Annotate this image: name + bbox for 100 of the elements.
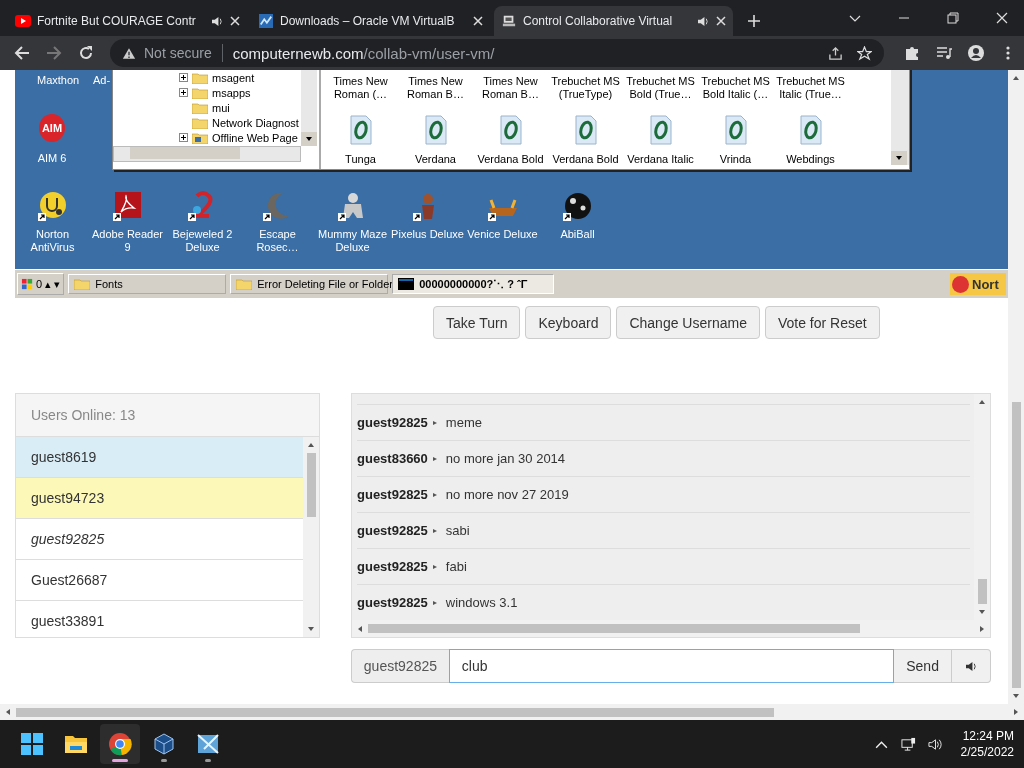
folder-tree-item[interactable]: Offline Web Page <box>179 130 301 145</box>
address-bar[interactable]: Not secure computernewb.com/collab-vm/user-vm/ <box>110 39 884 67</box>
desktop-icon[interactable]: Bejeweled 2 Deluxe <box>165 190 240 254</box>
vm-control-button[interactable]: Vote for Reset <box>764 306 880 339</box>
scroll-left-icon[interactable] <box>4 708 12 716</box>
user-list-item[interactable]: guest8619 <box>16 437 303 478</box>
new-tab-icon[interactable] <box>747 14 761 28</box>
font-file[interactable]: Verdana <box>398 115 473 165</box>
expand-icon[interactable] <box>179 73 188 82</box>
folder-tree-item[interactable]: Network Diagnost <box>179 115 301 130</box>
scroll-thumb[interactable] <box>16 707 774 717</box>
close-icon[interactable] <box>996 12 1008 24</box>
scrollbar[interactable] <box>303 437 319 637</box>
taskbar-button[interactable]: Fonts <box>68 274 227 295</box>
scroll-left-icon[interactable] <box>356 624 364 633</box>
send-button[interactable]: Send <box>894 649 953 683</box>
font-file-label[interactable]: Trebuchet MS Bold Italic (… <box>698 70 773 109</box>
sound-button[interactable] <box>952 649 991 683</box>
expand-icon[interactable] <box>179 133 188 142</box>
close-icon[interactable] <box>716 16 726 26</box>
reload-icon[interactable] <box>78 45 94 61</box>
font-file-label[interactable]: Times New Roman B… <box>473 70 548 109</box>
folder-tree-item[interactable]: mui <box>179 100 301 115</box>
browser-tab[interactable]: Control Collaborative Virtual <box>494 6 733 36</box>
scroll-thumb[interactable] <box>977 579 987 604</box>
user-list-item[interactable]: guest94723 <box>16 478 303 519</box>
scrollbar[interactable] <box>891 70 909 165</box>
desktop-icon[interactable]: Norton AntiVirus <box>15 190 90 254</box>
start-button[interactable]: 0 ▴ ▾ <box>17 273 65 296</box>
speaker-icon[interactable] <box>927 736 943 752</box>
scroll-down-icon[interactable] <box>307 625 315 633</box>
taskbar-button[interactable] <box>100 724 140 764</box>
scroll-down-icon[interactable] <box>891 151 907 165</box>
expand-icon[interactable] <box>179 88 188 97</box>
scroll-thumb[interactable] <box>130 147 240 159</box>
font-file[interactable]: Verdana Bold <box>548 115 623 165</box>
tray-notification[interactable]: Nort <box>950 273 1006 296</box>
folder-tree-item[interactable]: msapps <box>179 85 301 100</box>
scroll-thumb[interactable] <box>1011 402 1021 688</box>
puzzle-icon[interactable] <box>904 45 920 61</box>
browser-tab[interactable]: Downloads – Oracle VM VirtualB <box>251 6 490 36</box>
scroll-right-icon[interactable] <box>1012 708 1020 716</box>
desktop-icon[interactable]: Adobe Reader 9 <box>90 190 165 254</box>
scrollbar[interactable] <box>113 146 301 162</box>
font-file[interactable]: Tunga <box>323 115 398 165</box>
font-file-label[interactable]: Times New Roman (… <box>323 70 398 109</box>
share-icon[interactable] <box>828 45 843 61</box>
clock[interactable]: 12:24 PM 2/25/2022 <box>960 728 1014 760</box>
desktop-icon[interactable]: AIM AIM 6 <box>27 114 77 165</box>
chat-username: guest92825 <box>357 595 428 610</box>
chat-message: fabi <box>445 559 467 574</box>
back-icon[interactable] <box>14 45 30 61</box>
font-file[interactable]: Vrinda <box>698 115 773 165</box>
close-icon[interactable] <box>230 16 240 26</box>
scroll-down-icon[interactable] <box>1012 692 1020 700</box>
scroll-thumb[interactable] <box>306 453 316 517</box>
network-icon[interactable] <box>900 736 916 752</box>
scroll-up-icon[interactable] <box>307 441 315 449</box>
desktop-icon-label[interactable]: Ad- <box>93 74 111 86</box>
scroll-right-icon[interactable] <box>978 624 986 633</box>
vm-control-button[interactable]: Change Username <box>616 306 760 339</box>
desktop-icon-label[interactable]: Maxthon <box>37 74 80 86</box>
taskbar-button[interactable]: 00000000000?⋱ ? ˆΓ <box>392 274 555 295</box>
font-file[interactable]: Verdana Italic <box>623 115 698 165</box>
scroll-down-icon[interactable] <box>301 132 317 146</box>
font-file-icon <box>573 115 598 145</box>
desktop-icon[interactable]: Escape Rosec… <box>240 190 315 254</box>
font-file[interactable]: Webdings <box>773 115 848 165</box>
font-file-label[interactable]: Trebuchet MS Bold (True… <box>623 70 698 109</box>
folder-tree-item[interactable]: msagent <box>179 70 301 85</box>
close-icon[interactable] <box>473 16 483 26</box>
chat-username: guest92825 <box>357 559 428 574</box>
scroll-up-icon[interactable] <box>1012 74 1020 82</box>
desktop-icon[interactable]: AbiBall <box>540 190 615 254</box>
vm-control-button[interactable]: Take Turn <box>433 306 521 339</box>
font-file-label[interactable]: Trebuchet MS Italic (True… <box>773 70 848 109</box>
browser-tab[interactable]: Fortnite But COURAGE Contr <box>8 6 247 36</box>
profile-icon[interactable] <box>968 45 984 61</box>
media-icon[interactable] <box>936 45 952 61</box>
vm-screen[interactable] <box>15 70 1008 298</box>
scrollbar[interactable] <box>1008 70 1024 704</box>
desktop-icon[interactable]: Pixelus Deluxe <box>390 190 465 254</box>
scrollbar[interactable] <box>0 704 1024 720</box>
restore-icon[interactable] <box>947 12 959 24</box>
scroll-down-icon[interactable] <box>978 608 986 616</box>
scrollbar[interactable] <box>301 70 317 146</box>
font-file[interactable]: Verdana Bold <box>473 115 548 165</box>
scroll-up-icon[interactable] <box>978 398 986 406</box>
chat-input[interactable]: club <box>448 649 895 683</box>
font-file-label[interactable]: Trebuchet MS (TrueType) <box>548 70 623 109</box>
speaker-icon[interactable] <box>697 15 710 27</box>
desktop-icon[interactable]: Mummy Maze Deluxe <box>315 190 390 254</box>
font-file-label[interactable]: Times New Roman B… <box>398 70 473 109</box>
star-icon[interactable] <box>857 45 872 61</box>
font-file-icon <box>723 115 748 145</box>
desktop-icon[interactable]: Venice Deluxe <box>465 190 540 254</box>
speaker-icon[interactable] <box>211 15 224 27</box>
scroll-thumb[interactable] <box>368 624 860 633</box>
vm-control-button[interactable]: Keyboard <box>525 306 612 339</box>
forward-icon[interactable] <box>46 45 62 61</box>
